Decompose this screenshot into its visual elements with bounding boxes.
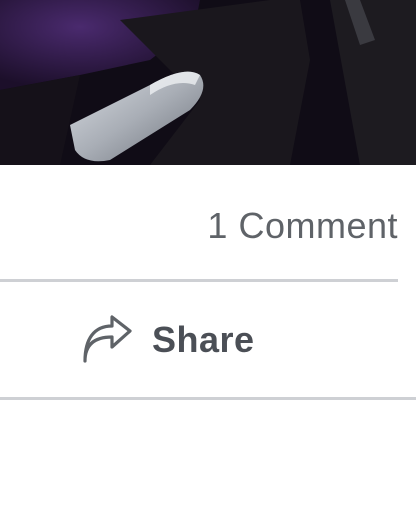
divider [0,397,416,400]
divider [0,279,398,282]
post-photo[interactable] [0,0,416,165]
share-arrow-icon [80,315,134,365]
post-card: 1 Comment Share [0,0,416,512]
comment-count-link[interactable]: 1 Comment [207,204,398,248]
post-photo-image [0,0,416,165]
share-button[interactable]: Share [80,310,255,370]
share-label: Share [152,319,255,360]
